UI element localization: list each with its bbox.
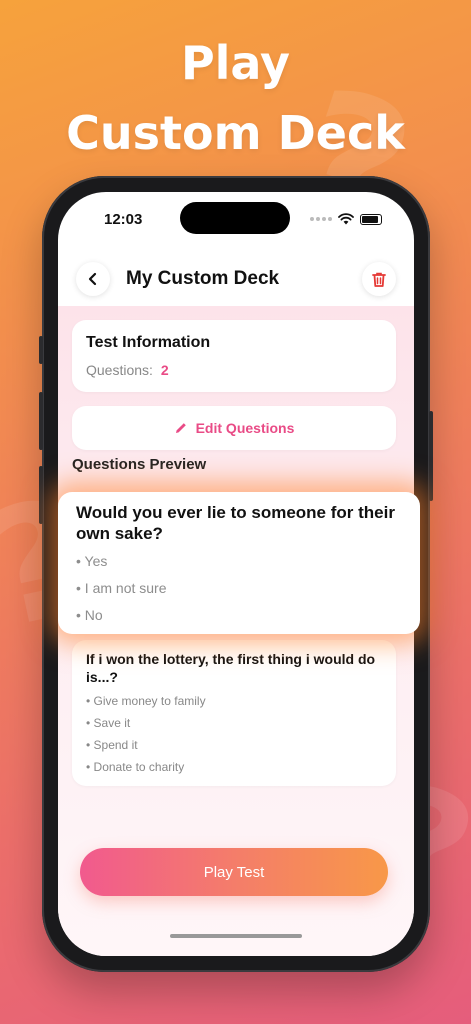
play-test-label: Play Test bbox=[203, 863, 265, 881]
dynamic-island bbox=[180, 202, 290, 234]
questions-label: Questions: bbox=[86, 362, 153, 378]
questions-count: 2 bbox=[160, 362, 169, 378]
battery-icon bbox=[360, 213, 382, 225]
chevron-left-icon bbox=[88, 272, 97, 286]
nav-bar: My Custom Deck bbox=[58, 254, 414, 304]
promo-headline: Play Custom Deck bbox=[0, 28, 471, 168]
trash-icon bbox=[372, 272, 386, 287]
phone-side-button bbox=[429, 411, 433, 501]
home-indicator bbox=[170, 934, 302, 938]
back-button[interactable] bbox=[76, 262, 110, 296]
page-title: My Custom Deck bbox=[126, 268, 280, 289]
pencil-icon bbox=[175, 423, 186, 433]
question-option: • Donate to charity bbox=[86, 760, 185, 774]
status-time: 12:03 bbox=[104, 210, 143, 228]
edit-questions-button[interactable]: Edit Questions bbox=[72, 406, 396, 450]
question-text: Would you ever lie to someone for their … bbox=[76, 503, 395, 543]
test-info-card: Test Information Questions: 2 bbox=[72, 320, 396, 392]
question-option: • Save it bbox=[86, 716, 131, 730]
play-test-button[interactable]: Play Test bbox=[80, 848, 388, 896]
question-card: If i won the lottery, the first thing i … bbox=[72, 640, 396, 786]
question-options: • Yes • I am not sure • No bbox=[76, 548, 402, 629]
wifi-icon bbox=[338, 213, 354, 225]
phone-side-button bbox=[39, 466, 43, 524]
phone-side-button bbox=[39, 392, 43, 450]
questions-count-row: Questions: 2 bbox=[86, 362, 382, 378]
question-option: • Spend it bbox=[86, 738, 138, 752]
highlighted-question-card[interactable]: Would you ever lie to someone for their … bbox=[58, 492, 420, 634]
question-option: • No bbox=[76, 607, 103, 623]
edit-questions-label: Edit Questions bbox=[195, 420, 295, 436]
question-option: • I am not sure bbox=[76, 580, 167, 596]
status-icons bbox=[310, 213, 382, 225]
question-option: • Give money to family bbox=[86, 694, 206, 708]
headline-line-2: Custom Deck bbox=[66, 106, 405, 160]
questions-preview-label: Questions Preview bbox=[72, 456, 207, 473]
delete-deck-button[interactable] bbox=[362, 262, 396, 296]
signal-icon bbox=[310, 217, 332, 221]
phone-side-button bbox=[39, 336, 43, 364]
question-option: • Yes bbox=[76, 553, 108, 569]
question-options: • Give money to family • Save it • Spend… bbox=[86, 690, 382, 778]
question-text: If i won the lottery, the first thing i … bbox=[86, 651, 376, 685]
headline-line-1: Play bbox=[180, 36, 291, 90]
test-info-title: Test Information bbox=[86, 334, 211, 351]
